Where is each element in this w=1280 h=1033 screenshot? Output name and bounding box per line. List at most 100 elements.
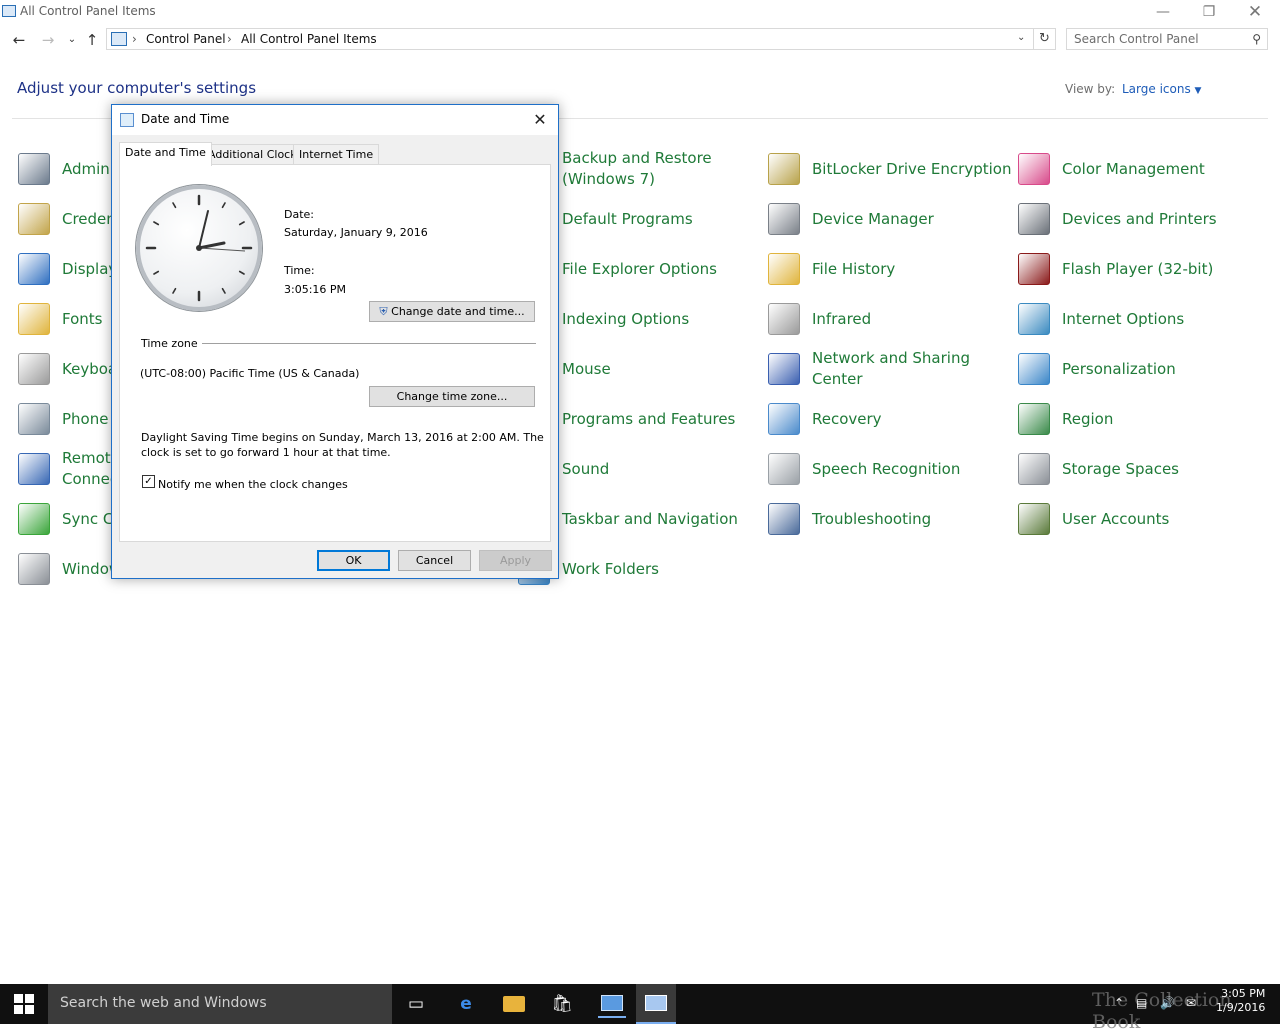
recent-locations-chevron-icon[interactable]: ⌄ — [62, 30, 82, 50]
breadcrumb-all-items[interactable]: All Control Panel Items — [241, 32, 377, 46]
tab-internet-time[interactable]: Internet Time — [293, 144, 380, 164]
cp-item[interactable]: Keyboa — [18, 346, 117, 392]
cp-item-label: Fonts — [62, 309, 103, 328]
cp-item[interactable]: User Accounts — [1018, 496, 1169, 542]
change-date-time-button[interactable]: ⛨ Change date and time... — [369, 301, 535, 322]
volume-icon[interactable]: 🔊 — [1160, 996, 1175, 1010]
cp-item[interactable]: Personalization — [1018, 346, 1176, 392]
dst-info-line2: clock is set to go forward 1 hour at tha… — [141, 446, 391, 459]
change-time-zone-button[interactable]: Change time zone... — [369, 386, 535, 407]
cp-item-icon — [18, 403, 50, 435]
minimize-button[interactable]: — — [1140, 0, 1186, 24]
back-arrow-icon[interactable]: ← — [9, 30, 29, 50]
cp-item[interactable]: Remote Connec — [18, 446, 120, 492]
cp-item-label: Indexing Options — [562, 309, 690, 328]
cp-item-label: Infrared — [812, 309, 872, 328]
uac-shield-icon: ⛨ — [379, 305, 388, 318]
refresh-icon[interactable]: ↻ — [1034, 28, 1056, 50]
breadcrumb-control-panel[interactable]: Control Panel — [146, 32, 226, 46]
cp-item[interactable]: BitLocker Drive Encryption — [768, 146, 1011, 192]
store-icon[interactable]: 🛍 — [548, 990, 576, 1018]
cp-item[interactable]: Troubleshooting — [768, 496, 931, 542]
page-title: Adjust your computer's settings — [17, 79, 257, 97]
cp-item-icon — [768, 353, 800, 385]
cp-item[interactable]: Color Management — [1018, 146, 1205, 192]
dialog-title: Date and Time — [141, 112, 230, 126]
cancel-button[interactable]: Cancel — [398, 550, 471, 571]
cp-item[interactable]: Device Manager — [768, 196, 934, 242]
edge-browser-icon[interactable]: e — [452, 990, 480, 1018]
address-bar[interactable]: › Control Panel › All Control Panel Item… — [106, 28, 1034, 50]
cp-item[interactable]: Flash Player (32-bit) — [1018, 246, 1213, 292]
cp-item-icon — [18, 503, 50, 535]
cp-item-label: BitLocker Drive Encryption — [812, 159, 1012, 178]
ok-button[interactable]: OK — [317, 550, 390, 571]
cp-item-label: Devices and Printers — [1062, 209, 1217, 228]
cp-item[interactable]: Infrared — [768, 296, 871, 342]
tab-date-and-time[interactable]: Date and Time — [119, 142, 212, 166]
cp-item-label: Personalization — [1062, 359, 1176, 378]
dialog-close-icon[interactable]: ✕ — [528, 108, 552, 132]
action-center-icon[interactable]: ✉ — [1186, 996, 1196, 1010]
view-by-dropdown[interactable]: Large icons ▼ — [1122, 82, 1201, 96]
cp-item-label: Internet Options — [1062, 309, 1185, 328]
taskbar-search-input[interactable]: Search the web and Windows — [48, 984, 392, 1024]
cp-item-icon — [1018, 403, 1050, 435]
cp-item-icon — [768, 403, 800, 435]
cp-item-label: Network and Sharing Center — [812, 349, 970, 388]
cp-item[interactable]: Speech Recognition — [768, 446, 960, 492]
date-time-taskbar-icon[interactable] — [636, 984, 676, 1024]
cp-item[interactable]: Sync Ce — [18, 496, 123, 542]
cp-item-label: Color Management — [1062, 159, 1205, 178]
cp-item[interactable]: Internet Options — [1018, 296, 1184, 342]
cp-item[interactable]: Window — [18, 546, 121, 592]
date-value: Saturday, January 9, 2016 — [284, 226, 428, 239]
maximize-button[interactable]: ❐ — [1186, 0, 1232, 24]
cp-item[interactable]: Admini — [18, 146, 114, 192]
cp-item-icon — [18, 153, 50, 185]
cp-item[interactable]: Creden — [18, 196, 116, 242]
change-date-time-label: Change date and time... — [391, 305, 525, 318]
cp-item[interactable]: Devices and Printers — [1018, 196, 1217, 242]
cp-item[interactable]: Recovery — [768, 396, 882, 442]
cp-item[interactable]: File History — [768, 246, 895, 292]
window-title: All Control Panel Items — [20, 4, 156, 18]
cp-item[interactable]: Phone — [18, 396, 108, 442]
cp-item-icon — [18, 353, 50, 385]
task-view-icon[interactable]: ▭ — [402, 990, 430, 1018]
cp-item[interactable]: Storage Spaces — [1018, 446, 1179, 492]
cp-item-label: User Accounts — [1062, 509, 1170, 528]
up-arrow-icon[interactable]: ↑ — [82, 30, 102, 50]
cp-item-icon — [768, 153, 800, 185]
time-zone-divider — [202, 343, 536, 344]
file-explorer-icon[interactable] — [500, 990, 528, 1018]
clock-face-icon — [145, 194, 253, 302]
tab-panel: Date: Saturday, January 9, 2016 Time: 3:… — [119, 164, 551, 542]
control-panel-taskbar-icon[interactable] — [598, 990, 626, 1018]
cp-item-label: Work Folders — [562, 559, 659, 578]
cp-item[interactable]: Display — [18, 246, 117, 292]
cp-item-label: Sound — [562, 459, 610, 478]
notify-checkbox[interactable]: ✓ — [142, 475, 155, 488]
forward-arrow-icon[interactable]: → — [38, 30, 58, 50]
cp-item[interactable]: Fonts — [18, 296, 102, 342]
taskbar-clock[interactable]: 3:05 PM 1/9/2016 — [1216, 987, 1265, 1015]
search-input[interactable]: Search Control Panel ⚲ — [1066, 28, 1268, 50]
cp-item-icon — [18, 253, 50, 285]
cp-item-label: Backup and Restore (Windows 7) — [562, 149, 712, 188]
address-dropdown-icon[interactable]: ⌄ — [1017, 32, 1025, 43]
show-hidden-icons-icon[interactable]: ⌃ — [1114, 996, 1124, 1010]
cp-item-label: Flash Player (32-bit) — [1062, 259, 1214, 278]
taskbar: Search the web and Windows ▭ e 🛍 The Col… — [0, 984, 1280, 1033]
network-icon[interactable]: ▤ — [1136, 996, 1147, 1010]
time-zone-label: Time zone — [141, 337, 198, 350]
cp-item[interactable]: Network and Sharing Center — [768, 346, 970, 392]
cp-item[interactable]: Region — [1018, 396, 1113, 442]
cp-item-icon — [768, 303, 800, 335]
windows-start-icon[interactable] — [14, 994, 34, 1014]
dropdown-arrow-icon: ▼ — [1194, 86, 1202, 96]
close-button[interactable]: ✕ — [1232, 0, 1278, 24]
view-by-value: Large icons — [1122, 82, 1191, 96]
apply-button[interactable]: Apply — [479, 550, 552, 571]
cp-item-icon — [1018, 153, 1050, 185]
